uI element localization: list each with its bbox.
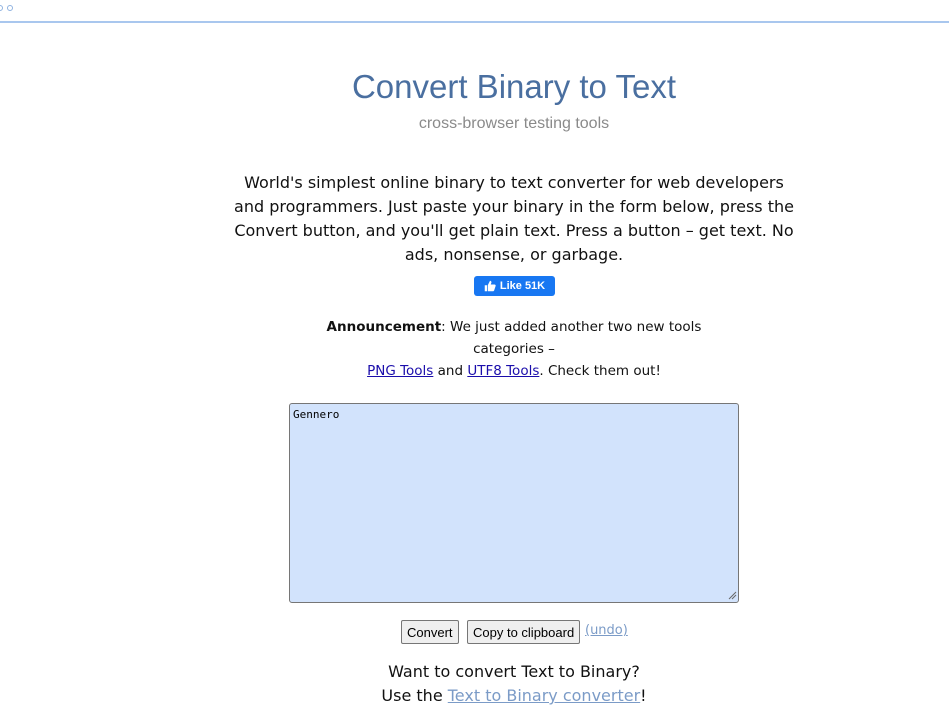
undo-link[interactable]: (undo) — [585, 623, 628, 638]
text-to-binary-link[interactable]: Text to Binary converter — [448, 686, 640, 705]
circle-icon — [7, 5, 13, 11]
announcement-text: : We just added another two new tools ca… — [441, 319, 702, 357]
copy-to-clipboard-button[interactable]: Copy to clipboard — [467, 620, 581, 644]
page-title: Convert Binary to Text — [351, 68, 677, 105]
cta-line: Use the Text to Binary converter! — [0, 684, 949, 708]
cta-question: Want to convert Text to Binary? — [388, 662, 640, 681]
png-tools-link[interactable]: PNG Tools — [367, 363, 433, 379]
page-subtitle: cross-browser testing tools — [418, 115, 610, 132]
utf8-tools-link[interactable]: UTF8 Tools — [467, 363, 539, 379]
convert-button[interactable]: Convert — [401, 620, 459, 644]
facebook-like-label: Like 51K — [499, 280, 546, 292]
resize-grip-icon[interactable] — [727, 590, 737, 600]
announcement: Announcement: We just added another two … — [314, 316, 714, 382]
facebook-like-button[interactable]: Like 51K — [474, 276, 555, 296]
thumbs-up-icon — [484, 280, 496, 292]
announcement-end: . Check them out! — [539, 363, 661, 379]
cta-prefix: Use the — [381, 686, 448, 705]
announcement-label: Announcement — [326, 319, 442, 335]
circle-icon — [0, 5, 3, 11]
binary-input-textarea[interactable] — [289, 403, 739, 603]
top-frame-bar — [0, 0, 949, 23]
announcement-and: and — [433, 363, 468, 379]
cta-suffix: ! — [640, 686, 647, 705]
text-to-binary-cta: Want to convert Text to Binary? Use the … — [0, 660, 949, 708]
intro-text: World's simplest online binary to text c… — [234, 173, 794, 264]
